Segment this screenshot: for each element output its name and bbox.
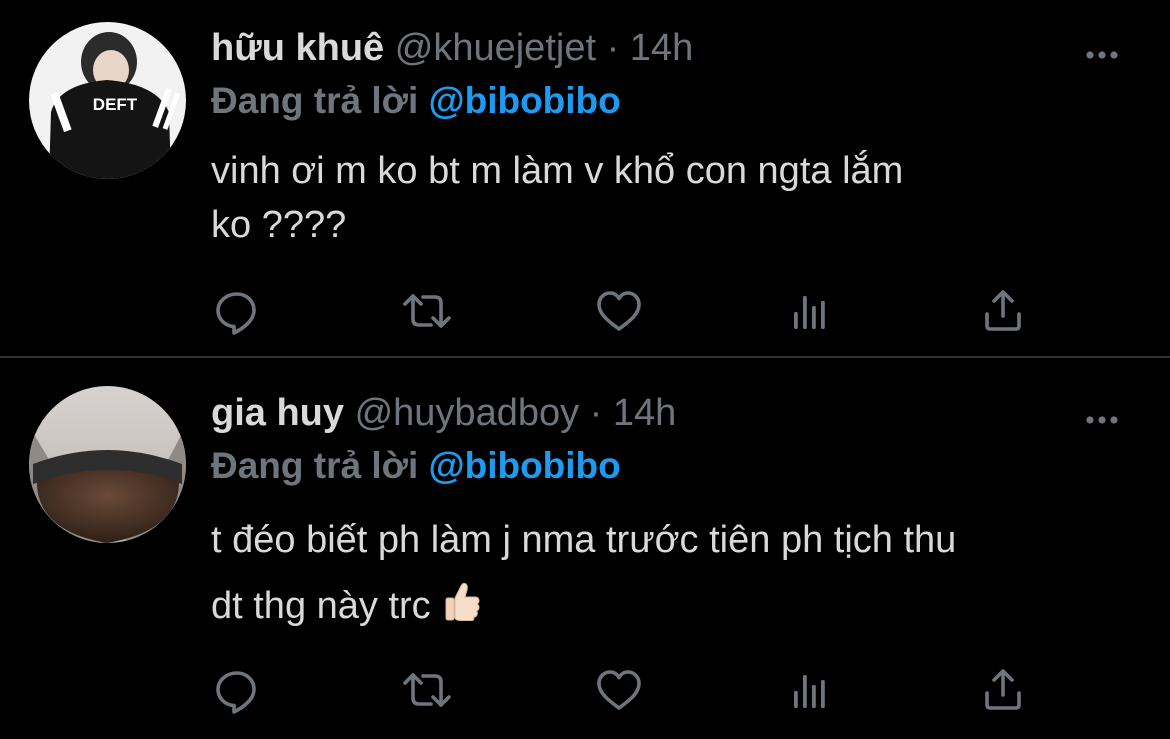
replying-to: Đang trả lời @bibobibo [211,76,621,126]
separator: · [606,27,620,69]
avatar-image [29,386,186,543]
display-name[interactable]: hữu khuê [211,27,384,69]
share-button[interactable] [978,286,1028,336]
avatar-image: DEFT [29,22,186,179]
avatar-text: DEFT [93,95,138,114]
views-button[interactable] [786,286,836,336]
views-button[interactable] [786,665,836,715]
tweet-header: gia huy @huybadboy · 14h [211,388,1140,438]
views-icon [794,675,825,708]
replying-to-label: Đang trả lời [211,445,419,486]
tweet-text-line: dt thg này trc [211,585,431,627]
share-icon [985,290,1021,331]
replying-to-label: Đang trả lời [211,80,419,121]
timestamp[interactable]: 14h [630,27,693,69]
separator: · [589,392,603,434]
retweet-icon [403,673,451,707]
retweet-button[interactable] [402,286,452,336]
like-button[interactable] [594,665,644,715]
tweet-text: t đéo biết ph làm j nma trước tiên ph tị… [211,507,1111,639]
tweet-text-line-with-emoji: dt thg này trc [211,573,1111,639]
avatar[interactable] [29,386,186,543]
reply-button[interactable] [210,665,260,715]
reply-mention-link[interactable]: @bibobibo [429,445,621,486]
replying-to: Đang trả lời @bibobibo [211,441,621,491]
tweet[interactable]: gia huy @huybadboy · 14h Đang trả lời @b… [0,358,1170,739]
more-icon[interactable] [1080,398,1128,428]
tweet-text: vinh ơi m ko bt m làm v khổ con ngta lắm… [211,144,1111,252]
reply-mention-link[interactable]: @bibobibo [429,80,621,121]
tweet-text-line: ko ???? [211,204,347,246]
tweet-text-line: t đéo biết ph làm j nma trước tiên ph tị… [211,519,957,561]
views-icon [794,296,825,329]
timestamp[interactable]: 14h [613,392,676,434]
tweet-text-line: vinh ơi m ko bt m làm v khổ con ngta lắm [211,150,904,192]
reply-icon [216,671,256,714]
retweet-icon [403,294,451,328]
user-handle[interactable]: @khuejetjet [395,27,596,69]
reply-button[interactable] [210,286,260,336]
tweet-header: hữu khuê @khuejetjet · 14h [211,23,1140,73]
user-handle[interactable]: @huybadboy [355,392,580,434]
action-bar [210,665,1050,715]
action-bar [210,286,1050,336]
like-icon [597,291,641,331]
tweet[interactable]: DEFT hữu khuê @khuejetjet · 14h Đang trả… [0,0,1170,356]
retweet-button[interactable] [402,665,452,715]
more-icon[interactable] [1080,33,1128,63]
like-button[interactable] [594,286,644,336]
avatar[interactable]: DEFT [29,22,186,179]
thumbs-up-emoji [441,577,483,621]
share-icon [985,669,1021,710]
display-name[interactable]: gia huy [211,392,344,434]
share-button[interactable] [978,665,1028,715]
reply-icon [216,292,256,335]
like-icon [597,670,641,710]
